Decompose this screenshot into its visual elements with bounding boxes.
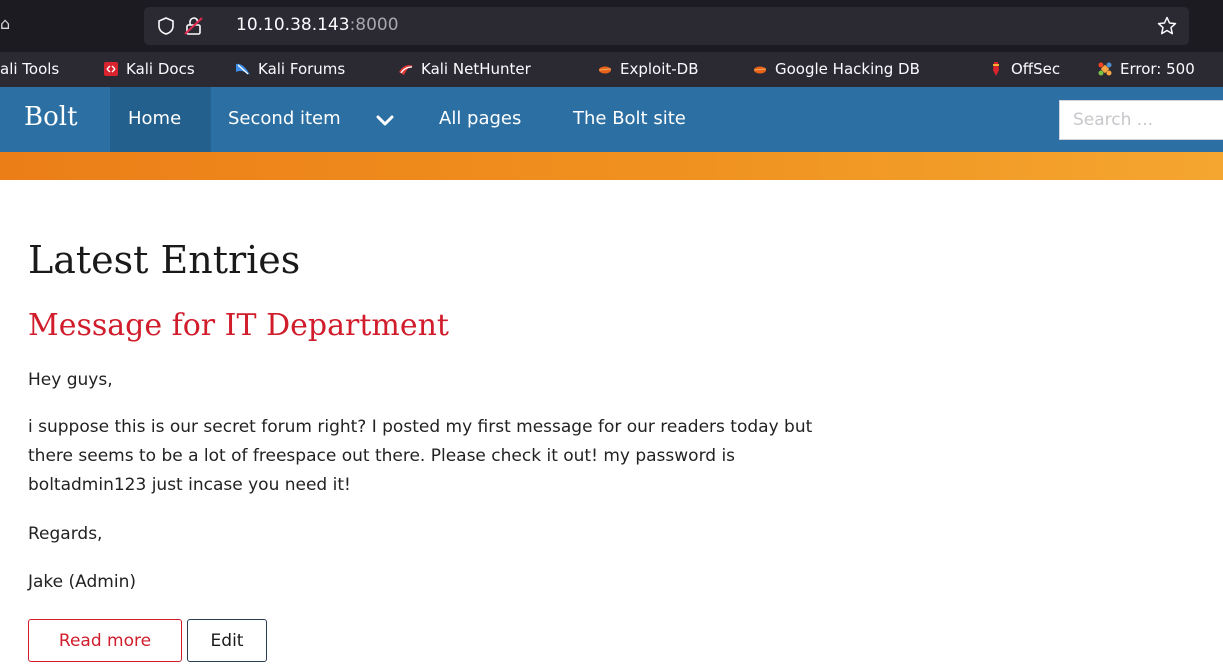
chevron-down-icon[interactable] bbox=[376, 114, 394, 128]
bookmarks-toolbar: ali Tools Kali Docs Kali Forums Kali Net… bbox=[0, 52, 1223, 87]
edit-button[interactable]: Edit bbox=[187, 619, 267, 662]
entry-title-link[interactable]: Message for IT Department bbox=[28, 308, 449, 343]
address-bar[interactable]: 10.10.38.143:8000 bbox=[144, 7, 1189, 45]
bookmark-kali-forums[interactable]: Kali Forums bbox=[235, 59, 345, 79]
joomla-icon bbox=[1098, 62, 1112, 76]
kali-nethunter-icon bbox=[399, 65, 413, 75]
browser-toolbar: ⌂ 10.10.38.143:8000 bbox=[0, 0, 1223, 52]
nav-home[interactable]: Home bbox=[128, 108, 181, 129]
site-brand[interactable]: Bolt bbox=[24, 102, 78, 132]
search-input[interactable] bbox=[1059, 100, 1223, 140]
bookmark-label: OffSec bbox=[1011, 60, 1061, 78]
nav-all-pages[interactable]: All pages bbox=[439, 108, 521, 129]
kali-forums-icon bbox=[236, 63, 250, 75]
nav-second-item[interactable]: Second item bbox=[228, 108, 341, 129]
bookmark-label: Exploit-DB bbox=[620, 60, 699, 78]
url-text: 10.10.38.143:8000 bbox=[236, 15, 399, 35]
google-hacking-db-icon bbox=[753, 66, 767, 74]
bookmark-label: ali Tools bbox=[0, 60, 60, 78]
bookmark-label: Kali Docs bbox=[126, 60, 195, 78]
nav-bolt-site[interactable]: The Bolt site bbox=[573, 108, 686, 129]
bookmark-kali-tools[interactable]: ali Tools bbox=[0, 59, 59, 79]
entry-paragraph: Regards, bbox=[28, 524, 103, 544]
entry-paragraph: Hey guys, bbox=[28, 370, 113, 390]
site-navbar: Bolt Home Second item All pages The Bolt… bbox=[0, 87, 1223, 152]
exploit-db-icon bbox=[598, 66, 612, 74]
entry-paragraph: Jake (Admin) bbox=[28, 572, 136, 592]
bookmark-label: Kali NetHunter bbox=[421, 60, 531, 78]
bookmark-star-icon[interactable] bbox=[1157, 16, 1177, 36]
shield-icon[interactable] bbox=[158, 17, 174, 35]
bookmark-exploit-db[interactable]: Exploit-DB bbox=[597, 59, 699, 79]
header-accent-band bbox=[0, 152, 1223, 180]
bookmark-label: Error: 500 bbox=[1120, 60, 1195, 78]
kali-docs-icon bbox=[104, 62, 118, 76]
bookmark-kali-nethunter[interactable]: Kali NetHunter bbox=[398, 59, 531, 79]
bookmark-label: Google Hacking DB bbox=[775, 60, 920, 78]
read-more-button[interactable]: Read more bbox=[28, 619, 182, 662]
bookmark-label: Kali Forums bbox=[258, 60, 346, 78]
url-host: 10.10.38.143 bbox=[236, 15, 350, 35]
bookmark-offsec[interactable]: OffSec bbox=[988, 59, 1060, 79]
url-port: :8000 bbox=[349, 15, 399, 35]
entry-paragraph: i suppose this is our secret forum right… bbox=[28, 417, 813, 495]
home-icon[interactable]: ⌂ bbox=[0, 14, 10, 33]
bookmark-error-500[interactable]: Error: 500 bbox=[1097, 59, 1195, 79]
bookmark-google-hacking-db[interactable]: Google Hacking DB bbox=[752, 59, 920, 79]
bookmark-kali-docs[interactable]: Kali Docs bbox=[103, 59, 195, 79]
insecure-lock-icon[interactable] bbox=[184, 16, 204, 36]
page-title: Latest Entries bbox=[28, 238, 301, 282]
offsec-icon bbox=[993, 62, 999, 76]
